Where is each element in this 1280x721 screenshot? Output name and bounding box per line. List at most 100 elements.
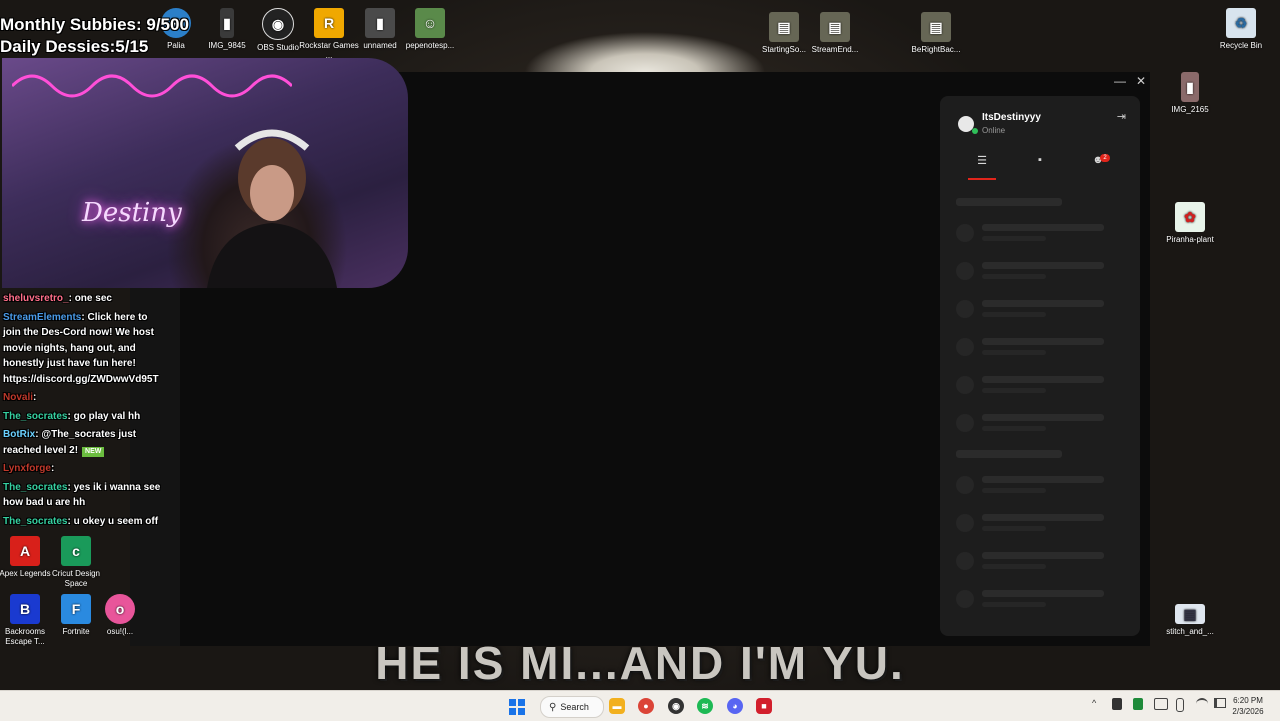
chat-overlay: sheluvsretro_: one sec StreamElements: C…: [0, 290, 170, 540]
desktop-icon-be-right-back[interactable]: ▤ BeRightBac...: [904, 12, 968, 55]
fortnite-icon: F: [61, 594, 91, 624]
online-status-dot: [972, 128, 978, 134]
chat-message: The_socrates: yes ik i wanna see how bad…: [0, 479, 170, 513]
spotify-icon[interactable]: ≋: [697, 698, 713, 714]
monthly-subs-counter: Monthly Subbies: 9/500: [0, 15, 189, 34]
neon-light-strip: [12, 74, 292, 98]
clock-date: 2/3/2026: [1232, 707, 1264, 716]
obs-icon[interactable]: ◉: [668, 698, 684, 714]
friends-panel: ItsDestinyyy Online ⇥ ☰ ▪ ☻ 2: [940, 96, 1140, 636]
list-icon[interactable]: ☰: [973, 154, 991, 170]
chat-message: Lynxforge:: [0, 460, 170, 479]
obs-icon: ◉: [262, 8, 294, 40]
neon-name-sign: Destiny: [82, 198, 182, 228]
tray-network-icon[interactable]: [1154, 698, 1168, 710]
streaming-app-icon[interactable]: ■: [756, 698, 772, 714]
video-file-icon: ▤: [769, 12, 799, 42]
video-file-icon: ▤: [921, 12, 951, 42]
taskbar-clock[interactable]: 6:20 PM 2/3/2026: [1228, 695, 1268, 717]
desktop-icon-label: StreamEnd...: [811, 45, 859, 54]
desktop-icon-stream-end[interactable]: ▤ StreamEnd...: [803, 12, 867, 55]
chat-username: StreamElements: [3, 311, 82, 323]
clock-time: 6:20 PM: [1233, 696, 1263, 705]
tray-app-icon[interactable]: [1112, 698, 1122, 710]
backrooms-icon: B: [10, 594, 40, 624]
skeleton-row: [956, 374, 1116, 396]
desktop-icon-recycle-bin[interactable]: ♻ Recycle Bin: [1209, 8, 1273, 51]
chat-text: : u okey u seem off: [67, 515, 159, 527]
chat-text: :: [33, 392, 37, 403]
skeleton-section-header: [956, 198, 1062, 206]
discord-icon[interactable]: ◕: [727, 698, 743, 714]
chrome-icon[interactable]: ●: [638, 698, 654, 714]
chat-message: The_socrates: go play val hh: [0, 408, 170, 427]
chat-text: : go play val hh: [67, 410, 141, 422]
file-explorer-icon[interactable]: ▬: [609, 698, 625, 714]
skeleton-row: [956, 260, 1116, 282]
friends-count-badge: 2: [1100, 154, 1110, 162]
desktop-icon-img-2165[interactable]: ▮ IMG_2165: [1158, 72, 1222, 115]
search-icon: ⚲: [549, 701, 557, 713]
microphone-icon[interactable]: [1176, 698, 1184, 712]
active-tab-indicator: [968, 178, 996, 180]
skeleton-section-header: [956, 450, 1062, 458]
desktop-icon-label: BeRightBac...: [911, 45, 961, 54]
desktop-icon-label: IMG_2165: [1171, 105, 1209, 114]
skeleton-row: [956, 298, 1116, 320]
chat-username: The_socrates: [3, 515, 68, 527]
desktop-icon-stitch[interactable]: ▦ stitch_and_...: [1158, 604, 1222, 637]
image-file-icon: ▮: [1181, 72, 1199, 102]
image-file-icon: ▮: [365, 8, 395, 38]
volume-icon[interactable]: [1214, 698, 1226, 708]
streamer-silhouette: [207, 129, 337, 288]
wifi-icon[interactable]: [1196, 698, 1208, 708]
skeleton-row: [956, 336, 1116, 358]
skeleton-row: [956, 588, 1116, 610]
skeleton-row: [956, 512, 1116, 534]
collapse-panel-icon[interactable]: ⇥: [1117, 110, 1126, 123]
cricut-icon: c: [61, 536, 91, 566]
close-button[interactable]: ✕: [1136, 74, 1146, 88]
desktop-icon-label: Piranha-plant: [1166, 235, 1214, 244]
skeleton-row: [956, 550, 1116, 572]
image-file-icon: ☺: [415, 8, 445, 38]
desktop-icon-osu[interactable]: o osu!(l...: [88, 594, 152, 637]
windows-start-icon[interactable]: [509, 699, 525, 715]
new-badge: NEW: [82, 446, 105, 457]
chat-message: BotRix: @The_socrates just reached level…: [0, 426, 170, 460]
webcam-overlay: Destiny: [2, 58, 408, 288]
taskbar: ⚲ Search ▬ ● ◉ ≋ ◕ ■ ^ 6:20 PM 2/3/2026: [0, 690, 1280, 721]
desktop-icon-label: osu!(l...: [106, 627, 134, 636]
tray-app-icon[interactable]: [1133, 698, 1143, 710]
chat-message: StreamElements: Click here to join the D…: [0, 309, 170, 390]
apex-legends-icon: A: [10, 536, 40, 566]
skeleton-row: [956, 222, 1116, 244]
chat-username: Lynxforge: [3, 463, 51, 474]
chat-message: Novali:: [0, 389, 170, 408]
desktop-icon-cricut[interactable]: c Cricut Design Space: [44, 536, 108, 589]
chat-icon[interactable]: ▪: [1031, 154, 1049, 170]
chat-username: sheluvsretro_: [3, 293, 69, 304]
taskbar-search[interactable]: ⚲ Search: [540, 696, 604, 718]
desktop-icon-label: Cricut Design Space: [51, 569, 100, 588]
minimize-button[interactable]: —: [1114, 74, 1126, 88]
chat-text: : one sec: [68, 293, 112, 304]
panel-username: ItsDestinyyy: [982, 112, 1041, 123]
desktop-icon-label: stitch_and_...: [1166, 627, 1214, 636]
video-file-icon: ▤: [820, 12, 850, 42]
image-file-icon: ▮: [220, 8, 234, 38]
chat-username: BotRix: [3, 429, 36, 440]
image-file-icon: ▦: [1175, 604, 1205, 624]
tray-chevron-icon[interactable]: ^: [1092, 698, 1096, 708]
image-file-icon: ✿: [1175, 202, 1205, 232]
skeleton-row: [956, 412, 1116, 434]
skeleton-row: [956, 474, 1116, 496]
desktop-icon-piranha-plant[interactable]: ✿ Piranha-plant: [1158, 202, 1222, 245]
chat-text: :: [50, 463, 55, 474]
desktop-icon-label: Recycle Bin: [1219, 41, 1263, 50]
rockstar-icon: R: [314, 8, 344, 38]
desktop-icon-pepenotes[interactable]: ☺ pepenotesp...: [398, 8, 462, 51]
chat-message: The_socrates: u okey u seem off: [0, 513, 170, 532]
recycle-bin-icon: ♻: [1226, 8, 1256, 38]
daily-dessies-counter: Daily Dessies:5/15: [0, 37, 149, 56]
